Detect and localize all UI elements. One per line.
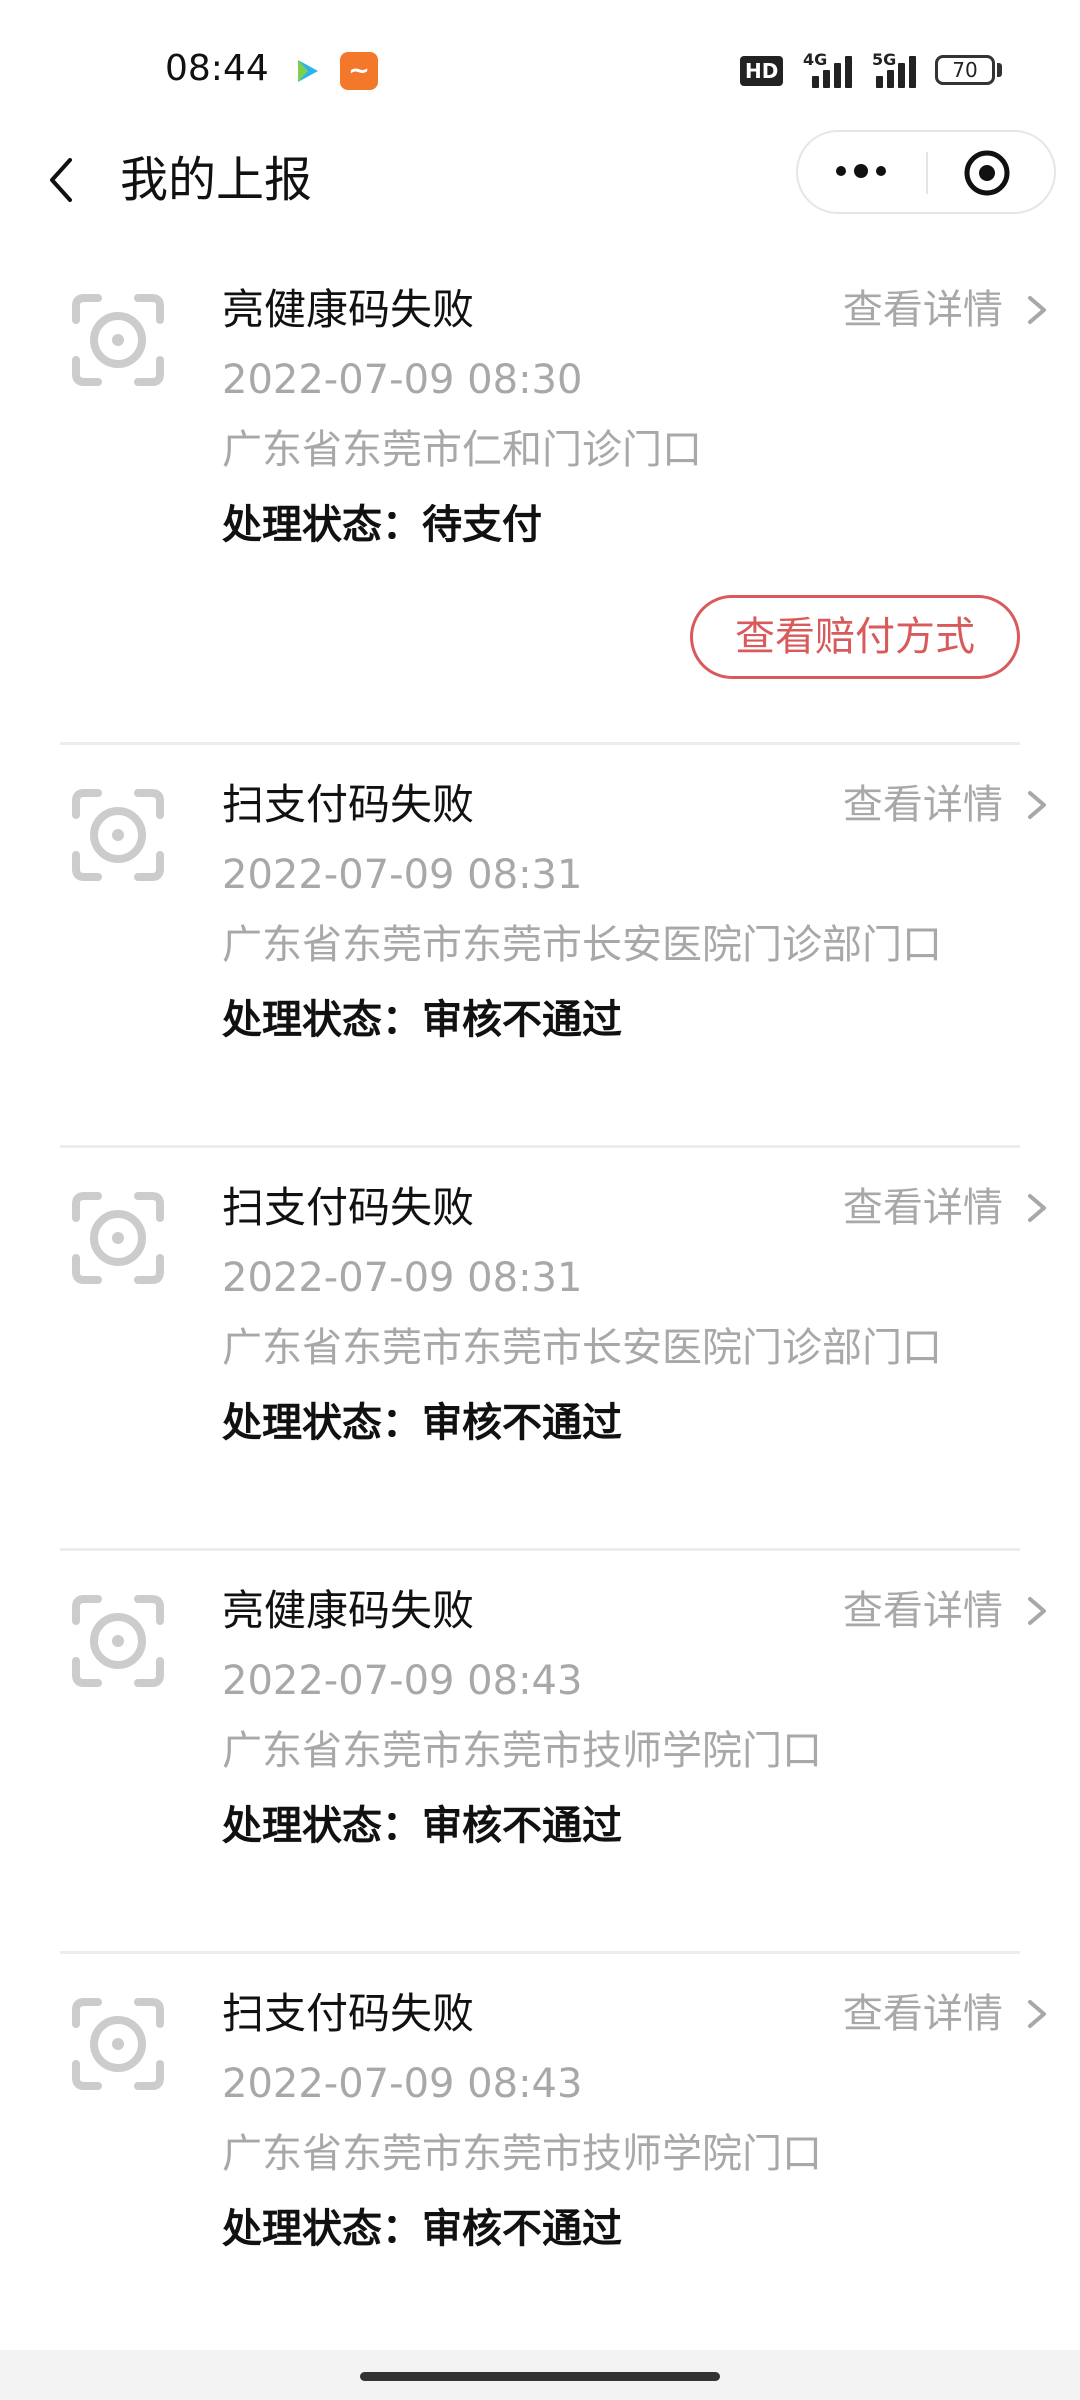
miniprogram-capsule <box>796 130 1056 214</box>
report-status: 处理状态：审核不通过 <box>222 1400 622 1446</box>
signal-bars-icon <box>876 56 920 88</box>
report-time: 2022-07-09 08:43 <box>222 1658 583 1704</box>
view-detail-link[interactable]: 查看详情 <box>843 1984 1058 2044</box>
chevron-right-icon <box>1028 1194 1046 1222</box>
status-bar: 08:44 ~ HD 4G 5G 70 <box>0 0 1080 130</box>
gesture-bar-area <box>0 2350 1080 2400</box>
report-time: 2022-07-09 08:31 <box>222 1255 583 1301</box>
report-place: 广东省东莞市东莞市长安医院门诊部门口 <box>222 1325 942 1371</box>
report-place: 广东省东莞市东莞市技师学院门口 <box>222 2131 822 2177</box>
view-detail-label: 查看详情 <box>842 1588 1003 1634</box>
report-status: 处理状态：审核不通过 <box>222 1803 622 1849</box>
hd-voice-icon: HD <box>740 56 784 86</box>
scan-icon <box>72 1192 164 1284</box>
report-status: 处理状态：待支付 <box>222 502 542 548</box>
chevron-right-icon <box>1028 1597 1046 1625</box>
dot <box>836 166 846 176</box>
scan-icon <box>72 1998 164 2090</box>
signal-bars-icon <box>812 56 856 88</box>
page-title: 我的上报 <box>120 152 313 208</box>
report-item[interactable]: 亮健康码失败 查看详情 2022-07-09 08:30 广东省东莞市仁和门诊门… <box>0 250 1080 745</box>
view-compensation-button[interactable]: 查看赔付方式 <box>690 595 1020 679</box>
dot <box>876 166 886 176</box>
report-list: 亮健康码失败 查看详情 2022-07-09 08:30 广东省东莞市仁和门诊门… <box>0 250 1080 2357</box>
back-arrow-icon[interactable] <box>40 150 84 210</box>
report-place: 广东省东莞市东莞市技师学院门口 <box>222 1728 822 1774</box>
view-detail-label: 查看详情 <box>842 782 1003 828</box>
view-detail-label: 查看详情 <box>842 1185 1003 1231</box>
view-detail-link[interactable]: 查看详情 <box>843 1178 1058 1238</box>
chevron-right-icon <box>1028 2000 1046 2028</box>
chevron-right-icon <box>1028 296 1046 324</box>
close-miniprogram-icon[interactable] <box>962 148 1012 198</box>
chevron-right-icon <box>1028 791 1046 819</box>
view-detail-link[interactable]: 查看详情 <box>843 280 1058 340</box>
scan-icon <box>72 294 164 386</box>
capsule-divider <box>926 152 928 194</box>
battery-tip <box>997 63 1002 77</box>
report-type: 扫支付码失败 <box>222 780 475 829</box>
report-type: 扫支付码失败 <box>222 1989 475 2038</box>
view-detail-label: 查看详情 <box>842 1991 1003 2037</box>
video-app-icon <box>298 60 318 82</box>
report-time: 2022-07-09 08:31 <box>222 852 583 898</box>
more-menu-button[interactable] <box>798 132 928 212</box>
home-indicator[interactable] <box>360 2372 720 2381</box>
status-time: 08:44 <box>165 48 269 89</box>
uc-browser-icon: ~ <box>340 52 378 90</box>
report-status: 处理状态：审核不通过 <box>222 997 622 1043</box>
report-item[interactable]: 扫支付码失败 查看详情 2022-07-09 08:31 广东省东莞市东莞市长安… <box>0 745 1080 1148</box>
scan-icon <box>72 1595 164 1687</box>
report-type: 亮健康码失败 <box>222 1586 475 1635</box>
view-detail-link[interactable]: 查看详情 <box>843 1581 1058 1641</box>
report-time: 2022-07-09 08:30 <box>222 357 583 403</box>
report-place: 广东省东莞市东莞市长安医院门诊部门口 <box>222 922 942 968</box>
view-detail-label: 查看详情 <box>842 287 1003 333</box>
report-item[interactable]: 亮健康码失败 查看详情 2022-07-09 08:43 广东省东莞市东莞市技师… <box>0 1551 1080 1954</box>
dot <box>854 164 868 178</box>
report-item[interactable]: 扫支付码失败 查看详情 2022-07-09 08:43 广东省东莞市东莞市技师… <box>0 1954 1080 2357</box>
report-type: 亮健康码失败 <box>222 285 475 334</box>
report-item[interactable]: 扫支付码失败 查看详情 2022-07-09 08:31 广东省东莞市东莞市长安… <box>0 1148 1080 1551</box>
report-time: 2022-07-09 08:43 <box>222 2061 583 2107</box>
report-type: 扫支付码失败 <box>222 1183 475 1232</box>
battery-icon: 70 <box>935 55 995 85</box>
nav-bar: 我的上报 <box>0 130 1080 250</box>
scan-icon <box>72 789 164 881</box>
report-place: 广东省东莞市仁和门诊门口 <box>222 427 702 473</box>
battery-level: 70 <box>952 58 978 82</box>
view-detail-link[interactable]: 查看详情 <box>843 775 1058 835</box>
report-status: 处理状态：审核不通过 <box>222 2206 622 2252</box>
